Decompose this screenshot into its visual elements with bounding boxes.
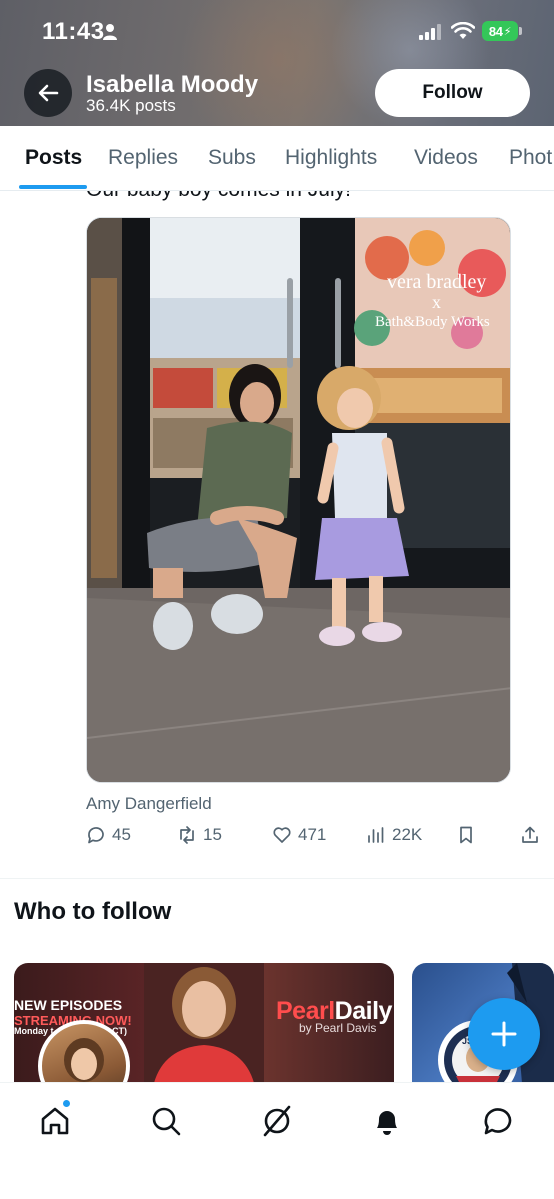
views-icon xyxy=(368,827,384,843)
person-icon xyxy=(103,24,117,40)
plus-icon xyxy=(491,1021,517,1047)
who-to-follow-title: Who to follow xyxy=(14,898,172,925)
reply-button[interactable]: 45 xyxy=(86,823,131,847)
card-headline: NEW EPISODES xyxy=(14,997,123,1013)
arrow-left-icon xyxy=(38,84,59,102)
tab-posts[interactable]: Posts xyxy=(25,146,82,170)
profile-tabs: Posts Replies Subs Highlights Videos Pho… xyxy=(0,126,554,191)
battery-level: 84 xyxy=(488,23,503,39)
profile-name: Isabella Moody xyxy=(86,71,259,98)
bookmark-button[interactable] xyxy=(456,823,476,847)
compose-post-button[interactable] xyxy=(468,998,540,1070)
sign-text-bbw: Bath&Body Works xyxy=(375,314,490,330)
heart-icon xyxy=(273,827,291,843)
tab-replies[interactable]: Replies xyxy=(108,146,178,170)
notifications-icon xyxy=(377,1111,397,1135)
share-button[interactable] xyxy=(520,823,540,847)
tab-subs[interactable]: Subs xyxy=(208,146,256,170)
card-brand-sub: by Pearl Davis xyxy=(299,1021,377,1035)
section-divider xyxy=(0,878,554,879)
reply-icon xyxy=(88,827,104,844)
nav-search[interactable] xyxy=(148,1103,184,1139)
profile-post-count: 36.4K posts xyxy=(86,96,176,115)
like-button[interactable]: 471 xyxy=(272,823,326,847)
repost-count: 15 xyxy=(203,825,222,844)
nav-grok[interactable] xyxy=(259,1103,295,1139)
home-unread-dot xyxy=(62,1099,71,1108)
tabs-divider xyxy=(0,190,554,191)
nav-home[interactable] xyxy=(37,1103,73,1139)
tab-highlights[interactable]: Highlights xyxy=(285,146,377,170)
bookmark-icon xyxy=(460,826,472,844)
status-bar: 11:43 84 ⚡ xyxy=(0,0,554,62)
battery-tip xyxy=(519,27,522,35)
media-credit[interactable]: Amy Dangerfield xyxy=(86,794,212,814)
tab-videos[interactable]: Videos xyxy=(414,146,478,170)
sign-text-vera: vera bradley xyxy=(387,271,486,293)
search-icon xyxy=(152,1107,181,1136)
views-button[interactable]: 22K xyxy=(366,823,422,847)
tab-photos[interactable]: Phot xyxy=(509,146,552,170)
cellular-signal-icon xyxy=(419,24,441,40)
card-host-image xyxy=(144,963,264,1083)
active-tab-indicator xyxy=(19,185,87,189)
grok-icon xyxy=(263,1105,291,1137)
nav-messages[interactable] xyxy=(480,1103,516,1139)
follow-button[interactable]: Follow xyxy=(375,69,530,117)
card-small-text: Monday t xyxy=(14,1026,54,1036)
repost-button[interactable]: 15 xyxy=(177,823,222,847)
views-count: 22K xyxy=(392,825,423,844)
post-photo-illustration: vera bradley x Bath&Body Works xyxy=(87,218,510,782)
sign-text-x: x xyxy=(432,292,441,312)
share-icon xyxy=(522,826,538,843)
home-icon xyxy=(41,1107,69,1135)
post-photo[interactable]: vera bradley x Bath&Body Works xyxy=(86,217,511,783)
repost-icon xyxy=(180,826,194,844)
battery-indicator: 84 ⚡ xyxy=(482,21,518,41)
charging-bolt-icon: ⚡ xyxy=(503,25,512,38)
messages-icon xyxy=(484,1108,512,1135)
status-time: 11:43 xyxy=(42,18,105,45)
bottom-navigation xyxy=(0,1082,554,1199)
nav-notifications[interactable] xyxy=(369,1103,405,1139)
profile-header-banner: 11:43 84 ⚡ Isabella Moody 36.4K posts Fo… xyxy=(0,0,554,126)
reply-count: 45 xyxy=(112,825,131,844)
back-button[interactable] xyxy=(24,69,72,117)
wifi-icon xyxy=(451,22,475,39)
like-count: 471 xyxy=(298,825,327,844)
